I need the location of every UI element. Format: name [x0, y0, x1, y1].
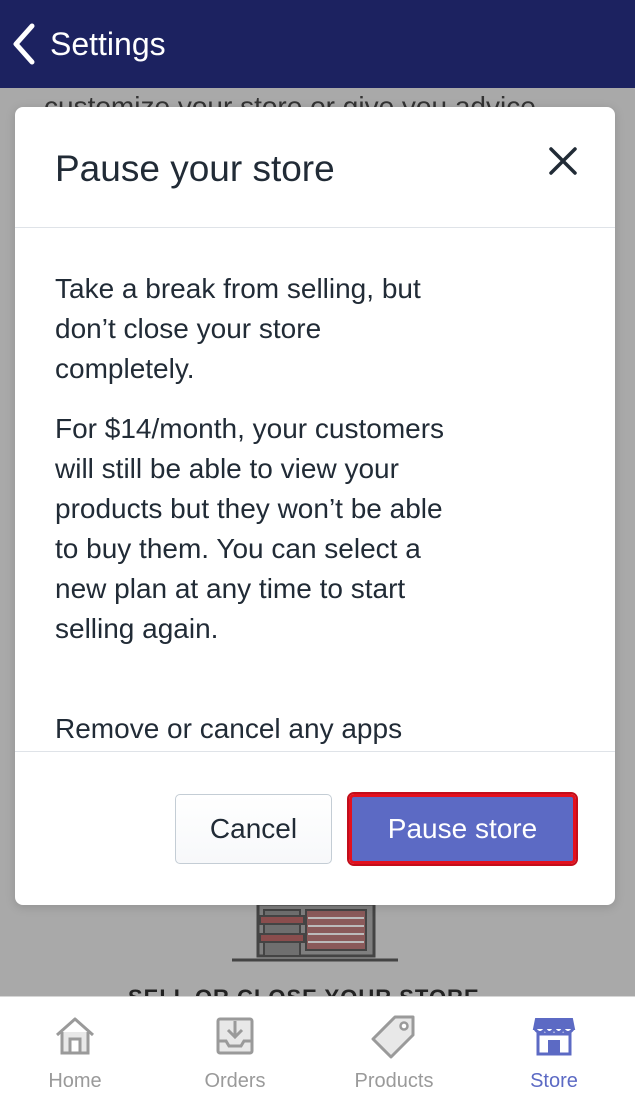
home-icon — [56, 1017, 94, 1055]
modal-title: Pause your store — [55, 148, 335, 189]
tab-home[interactable]: Home — [0, 997, 150, 1095]
nav-title: Settings — [50, 26, 166, 62]
modal-paragraph: Remove or cancel any apps — [55, 713, 403, 744]
cancel-button[interactable]: Cancel — [175, 794, 332, 864]
pause-store-modal: Pause your store Take a break from selli… — [15, 107, 615, 905]
background-heading: SELL OR CLOSE YOUR STORE — [128, 985, 480, 996]
modal-footer: Cancel Pause store — [15, 751, 615, 905]
modal-paragraph: For $14/month, your customers will still… — [55, 413, 445, 644]
closed-store-illustration — [232, 902, 398, 962]
nav-bar: Settings — [0, 0, 635, 88]
pause-store-button[interactable]: Pause store — [347, 792, 578, 866]
tab-label: Store — [530, 1070, 578, 1092]
tab-orders[interactable]: Orders — [160, 997, 310, 1095]
back-chevron-icon[interactable] — [10, 22, 40, 66]
tag-icon — [371, 1015, 415, 1059]
close-icon[interactable] — [545, 143, 581, 179]
tab-products[interactable]: Products — [319, 997, 469, 1095]
modal-paragraph: Take a break from selling, but don’t clo… — [55, 273, 421, 384]
tab-store[interactable]: Store — [479, 997, 629, 1095]
tab-label: Home — [48, 1070, 102, 1092]
orders-icon — [216, 1017, 254, 1055]
modal-header: Pause your store — [15, 107, 615, 228]
tab-label: Products — [354, 1070, 434, 1092]
tab-label: Orders — [204, 1070, 266, 1092]
tab-bar: Home Orders Products Store — [0, 996, 635, 1095]
store-icon — [532, 1018, 576, 1056]
modal-body: Take a break from selling, but don’t clo… — [15, 229, 615, 751]
